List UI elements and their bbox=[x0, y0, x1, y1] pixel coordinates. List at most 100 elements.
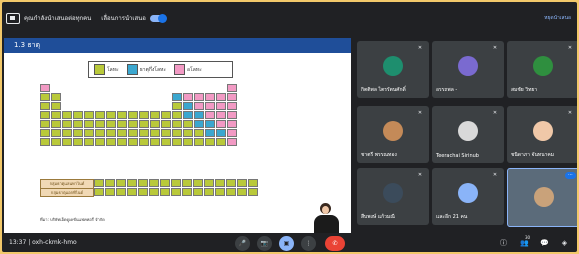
f-block-cell bbox=[193, 179, 203, 187]
participant-name: สืบพงษ์ แก้วมณี bbox=[361, 214, 395, 220]
element-cell bbox=[205, 138, 215, 146]
element-cell bbox=[128, 111, 138, 119]
tile-options-icon[interactable]: ⋯ bbox=[565, 172, 576, 179]
element-cell bbox=[227, 111, 237, 119]
element-cell bbox=[161, 120, 171, 128]
element-cell bbox=[73, 129, 83, 137]
mic-muted-icon: ✕ bbox=[417, 172, 423, 178]
participant-avatar bbox=[383, 183, 403, 203]
element-cell bbox=[73, 120, 83, 128]
top-bar: คุณกำลังนำเสนอต่อทุกคน เลื่อนการนำเสนอ ห… bbox=[2, 2, 577, 34]
element-cell bbox=[51, 129, 61, 137]
element-cell bbox=[139, 138, 149, 146]
element-cell bbox=[194, 93, 204, 101]
element-cell bbox=[51, 138, 61, 146]
lanthanide-label: กลุ่มธาตุแลนทาไนด์ bbox=[41, 180, 93, 189]
stop-presenting-button[interactable]: หยุดนำเสนอ bbox=[544, 14, 571, 22]
element-cell bbox=[51, 111, 61, 119]
element-cell bbox=[172, 111, 182, 119]
element-cell bbox=[62, 120, 72, 128]
mic-muted-icon: ✕ bbox=[567, 45, 573, 51]
participant-avatar bbox=[383, 56, 403, 76]
element-cell bbox=[150, 111, 160, 119]
f-block-cell bbox=[237, 179, 247, 187]
present-button[interactable]: ▣ bbox=[279, 236, 294, 251]
element-cell bbox=[128, 138, 138, 146]
element-cell bbox=[205, 129, 215, 137]
pause-presentation-toggle[interactable]: เลื่อนการนำเสนอ bbox=[101, 13, 167, 23]
legend-metalloid: ธาตุกึ่งโลหะ bbox=[126, 64, 167, 75]
element-cell bbox=[117, 138, 127, 146]
element-cell bbox=[51, 120, 61, 128]
element-cell bbox=[183, 138, 193, 146]
element-cell bbox=[194, 111, 204, 119]
participant-tile[interactable]: ✕ สืบพงษ์ แก้วมณี bbox=[357, 168, 429, 225]
metal-label: โลหะ bbox=[107, 66, 119, 73]
camera-button[interactable]: 📷 bbox=[257, 236, 272, 251]
participant-avatar bbox=[533, 121, 553, 141]
participant-name: อรรถพล - bbox=[436, 87, 458, 93]
element-cell bbox=[216, 102, 226, 110]
participant-tile[interactable]: ✕ กิตติพล ไตรรัตนศักดิ์ bbox=[357, 41, 429, 98]
participant-avatar bbox=[458, 121, 478, 141]
participant-tile[interactable]: ✕ ชาตรี พรรณทอง bbox=[357, 106, 429, 163]
element-cell bbox=[216, 138, 226, 146]
end-call-button[interactable]: ✆ bbox=[325, 236, 345, 251]
participant-avatar bbox=[533, 56, 553, 76]
f-block-cell bbox=[193, 188, 203, 196]
element-cell bbox=[117, 120, 127, 128]
f-block-cell bbox=[127, 188, 137, 196]
meeting-info: 13:37 | oxh-ckmk-hmo bbox=[9, 239, 77, 246]
metalloid-swatch bbox=[126, 64, 138, 75]
participant-tile[interactable]: ✕ และอีก 21 คน bbox=[432, 168, 504, 225]
legend-metal: โลหะ bbox=[94, 64, 119, 75]
participant-avatar bbox=[383, 121, 403, 141]
element-cell bbox=[172, 138, 182, 146]
f-block-cell bbox=[248, 188, 258, 196]
metalloid-label: ธาตุกึ่งโลหะ bbox=[139, 66, 167, 73]
toggle-icon[interactable] bbox=[149, 13, 167, 23]
meeting-details-icon[interactable]: ⓘ bbox=[499, 239, 508, 248]
f-block-cell bbox=[182, 179, 192, 187]
nonmetal-label: อโลหะ bbox=[187, 66, 202, 73]
element-cell bbox=[40, 102, 50, 110]
element-cell bbox=[227, 129, 237, 137]
element-cell bbox=[139, 129, 149, 137]
participant-tile[interactable]: ✕ สมชัย วิทยา bbox=[507, 41, 577, 98]
element-cell bbox=[40, 84, 50, 92]
chat-icon[interactable]: 💬 bbox=[540, 239, 549, 248]
more-options-button[interactable]: ⋮ bbox=[301, 236, 316, 251]
element-cell bbox=[106, 120, 116, 128]
activities-icon[interactable]: ◈ bbox=[560, 239, 569, 248]
participant-name: ชนิดาภา จันทนาคม bbox=[511, 152, 555, 158]
participant-tile[interactable]: ✕ อรรถพล - bbox=[432, 41, 504, 98]
f-block-cell bbox=[237, 188, 247, 196]
element-cell bbox=[51, 102, 61, 110]
element-cell bbox=[62, 138, 72, 146]
element-cell bbox=[150, 138, 160, 146]
participant-tile[interactable]: ✕ Teerachai Sirinub bbox=[432, 106, 504, 163]
bottom-bar: 13:37 | oxh-ckmk-hmo 🎤 📷 ▣ ⋮ ✆ ⓘ 👥 30 💬 … bbox=[2, 235, 577, 252]
element-cell bbox=[106, 111, 116, 119]
self-video-tile[interactable]: ⋯ bbox=[507, 168, 577, 227]
f-block-cell bbox=[105, 179, 115, 187]
f-block-cell bbox=[160, 188, 170, 196]
participant-avatar bbox=[458, 56, 478, 76]
presenting-banner: คุณกำลังนำเสนอต่อทุกคน เลื่อนการนำเสนอ bbox=[6, 10, 167, 26]
element-legend: โลหะ ธาตุกึ่งโลหะ อโลหะ bbox=[88, 61, 233, 78]
pause-label: เลื่อนการนำเสนอ bbox=[101, 15, 146, 22]
element-cell bbox=[227, 102, 237, 110]
element-cell bbox=[227, 93, 237, 101]
element-cell bbox=[51, 93, 61, 101]
participants-icon[interactable]: 👥 bbox=[520, 239, 529, 248]
participant-tile[interactable]: ✕ ชนิดาภา จันทนาคม bbox=[507, 106, 577, 163]
element-cell bbox=[95, 129, 105, 137]
element-cell bbox=[216, 120, 226, 128]
presenting-text: คุณกำลังนำเสนอต่อทุกคน bbox=[24, 15, 92, 22]
mic-button[interactable]: 🎤 bbox=[235, 236, 250, 251]
f-block-cell bbox=[94, 179, 104, 187]
present-icon bbox=[6, 12, 20, 24]
element-cell bbox=[161, 129, 171, 137]
f-block-cell bbox=[171, 179, 181, 187]
element-cell bbox=[227, 120, 237, 128]
